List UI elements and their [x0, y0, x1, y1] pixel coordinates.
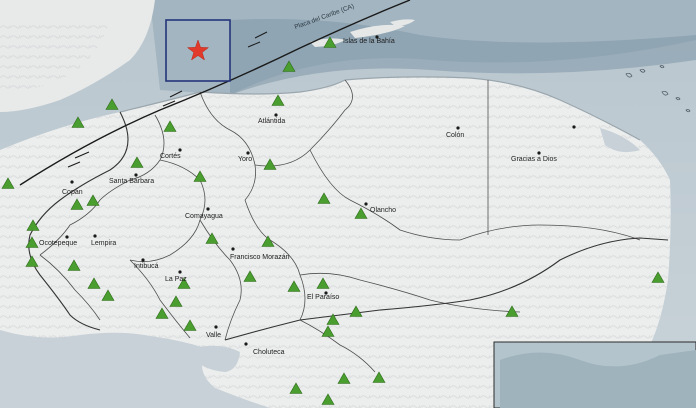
dept-label-santa-barbara: Santa Bárbara: [109, 178, 155, 185]
dept-label-ocotepeque: Ocotepeque: [39, 240, 78, 247]
dept-label-comayagua: Comayagua: [185, 213, 223, 220]
map-canvas: [0, 0, 696, 408]
dept-label-francisco-morazan: Francisco Morazán: [230, 254, 290, 261]
dept-label-cortes: Cortés: [160, 153, 181, 160]
dept-label-valle: Valle: [206, 332, 222, 339]
dept-label-yoro: Yoro: [238, 156, 253, 163]
dept-label-intibuca: Intibucá: [134, 263, 159, 270]
seismic-map: Placa del Caribe (CA) Islas de la Bahía …: [0, 0, 696, 408]
dept-label-colon: Colón: [446, 132, 465, 139]
dept-label-choluteca: Choluteca: [253, 349, 285, 356]
dept-label-atlantida: Atlántida: [258, 118, 286, 125]
dept-label-olancho: Olancho: [370, 207, 397, 214]
dept-label-el-paraiso: El Paraíso: [307, 294, 340, 301]
dept-label-copan: Copán: [62, 189, 83, 196]
dept-label-islas-de-la-bahia: Islas de la Bahía: [343, 38, 395, 45]
dept-label-lempira: Lempira: [91, 240, 117, 247]
dept-label-la-paz: La Paz: [165, 276, 187, 283]
dept-label-gracias-a-dios: Gracias a Dios: [511, 156, 557, 163]
